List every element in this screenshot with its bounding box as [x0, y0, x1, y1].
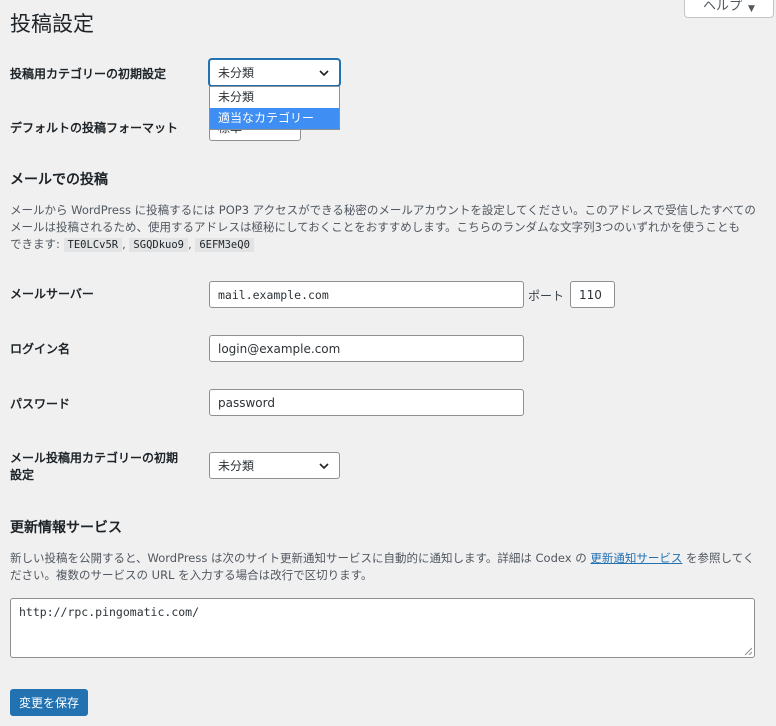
password-input[interactable]: password: [209, 389, 524, 416]
default-format-label: デフォルトの投稿フォーマット: [10, 121, 179, 135]
mail-section-description: メールから WordPress に投稿するには POP3 アクセスができる秘密の…: [10, 202, 766, 254]
default-category-dropdown: 未分類 適当なカテゴリー: [209, 86, 340, 130]
update-desc-part1: 新しい投稿を公開すると、WordPress は次のサイト更新通知サービスに自動的…: [10, 551, 591, 565]
dropdown-option[interactable]: 未分類: [210, 87, 339, 108]
caret-down-icon: ▼: [748, 4, 755, 14]
default-category-label: 投稿用カテゴリーの初期設定: [10, 67, 167, 81]
mail-server-label: メールサーバー: [10, 287, 94, 301]
mail-desc-line3-text: できます:: [10, 237, 60, 251]
help-label: ヘルプ: [703, 0, 743, 14]
chevron-down-icon: [319, 463, 329, 470]
mail-category-label-line1: メール投稿用カテゴリーの初期: [10, 451, 179, 465]
update-services-textarea[interactable]: http://rpc.pingomatic.com/: [10, 598, 755, 658]
update-services-description: 新しい投稿を公開すると、WordPress は次のサイト更新通知サービスに自動的…: [10, 550, 766, 584]
default-category-value: 未分類: [218, 66, 255, 80]
login-input[interactable]: login@example.com: [209, 335, 524, 362]
update-desc-line1: 新しい投稿を公開すると、WordPress は次のサイト更新通知サービスに自動的…: [10, 550, 766, 567]
help-button[interactable]: ヘルプ ▼: [684, 0, 774, 18]
login-label: ログイン名: [10, 342, 71, 356]
mail-server-input[interactable]: mail.example.com: [209, 281, 524, 308]
mail-desc-line2: メールは投稿されるため、使用するアドレスは極秘にしておくことをおすすめします。こ…: [10, 220, 740, 234]
page-title: 投稿設定: [10, 12, 94, 36]
mail-category-label-line2: 設定: [10, 468, 35, 482]
mail-section-heading: メールでの投稿: [10, 172, 108, 188]
default-category-select[interactable]: 未分類: [209, 59, 340, 86]
password-label: パスワード: [10, 397, 71, 411]
update-services-link[interactable]: 更新通知サービス: [590, 551, 682, 565]
chevron-down-icon: [319, 70, 329, 77]
dropdown-option-highlighted[interactable]: 適当なカテゴリー: [210, 108, 339, 129]
port-label: ポート: [528, 289, 565, 303]
resize-grip-icon[interactable]: [744, 647, 752, 655]
mail-desc-line3: できます: TE0LCv5R, SGQDkuo9, 6EFM3eQ0: [10, 236, 766, 254]
mail-category-select[interactable]: 未分類: [209, 452, 340, 479]
update-services-heading: 更新情報サービス: [10, 520, 122, 536]
random-string-2: SGQDkuo9: [129, 238, 188, 252]
mail-category-value: 未分類: [218, 459, 255, 473]
random-string-1: TE0LCv5R: [63, 238, 123, 252]
random-string-3: 6EFM3eQ0: [195, 238, 254, 252]
update-desc-part2: を参照してく: [682, 551, 755, 565]
mail-category-label: メール投稿用カテゴリーの初期 設定: [10, 450, 178, 484]
update-services-value: http://rpc.pingomatic.com/: [19, 605, 200, 619]
mail-desc-line1: メールから WordPress に投稿するには POP3 アクセスができる秘密の…: [10, 203, 756, 217]
save-button[interactable]: 変更を保存: [10, 689, 88, 716]
update-desc-line2: ださい。複数のサービスの URL を入力する場合は改行で区切ります。: [10, 568, 373, 582]
port-input[interactable]: 110: [570, 281, 615, 308]
